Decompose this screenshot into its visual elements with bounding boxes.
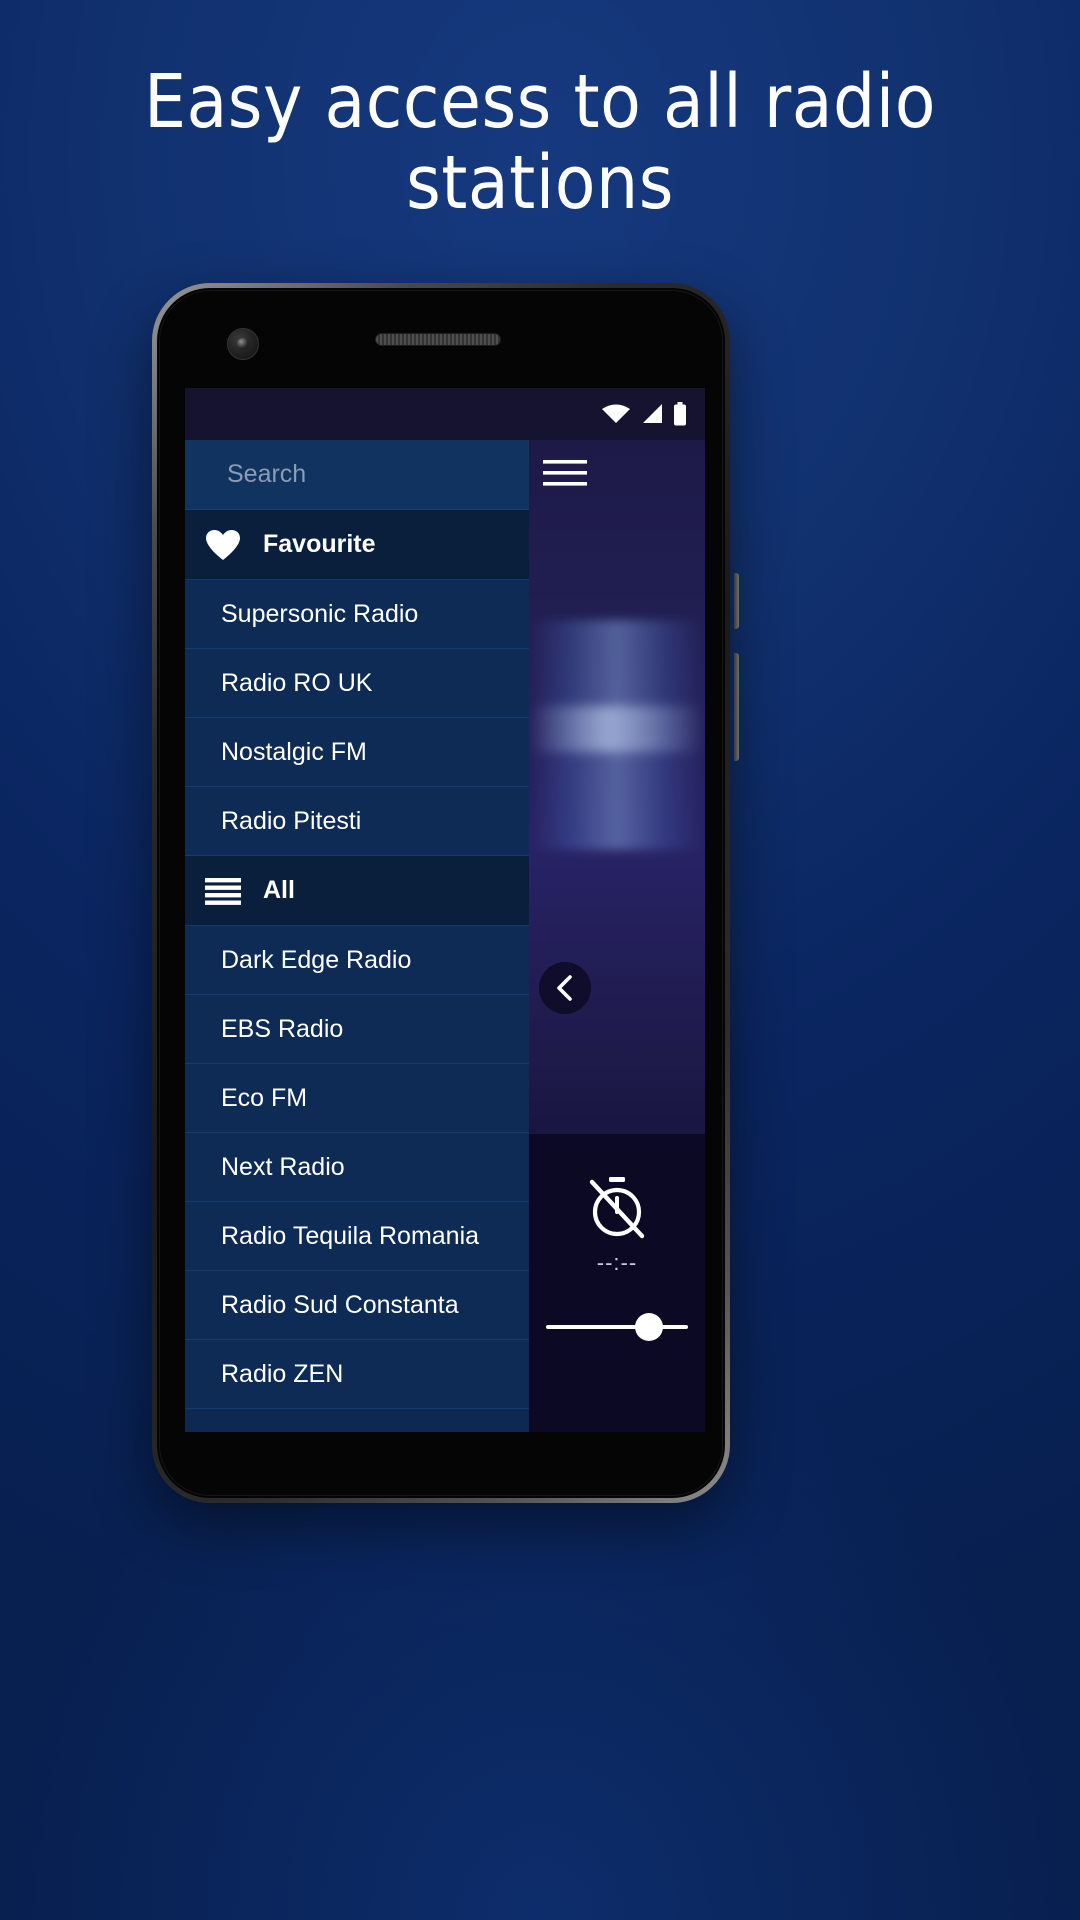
search-bar[interactable] — [185, 440, 529, 510]
audio-waveform-visualizer — [529, 620, 705, 850]
list-item[interactable]: EBS Radio — [185, 995, 529, 1064]
section-header-favourite[interactable]: Favourite — [185, 510, 529, 580]
list-item[interactable]: Dark Edge Radio — [185, 926, 529, 995]
volume-rocker-button[interactable] — [734, 653, 739, 761]
hamburger-menu-icon[interactable] — [543, 458, 587, 488]
list-item[interactable]: Nostalgic FM — [185, 718, 529, 787]
volume-thumb[interactable] — [635, 1313, 663, 1341]
back-button[interactable] — [539, 962, 591, 1014]
list-item[interactable]: Radio ZEN — [185, 1340, 529, 1409]
search-input[interactable] — [227, 460, 529, 489]
status-bar — [185, 388, 705, 440]
front-camera-icon — [227, 328, 259, 360]
list-item[interactable]: Supersonic Radio — [185, 580, 529, 649]
volume-slider[interactable] — [546, 1310, 688, 1344]
power-button[interactable] — [734, 573, 739, 629]
list-item[interactable]: Radio RO UK — [185, 649, 529, 718]
earpiece-speaker-icon — [375, 333, 501, 346]
list-item[interactable]: Radio Sud Constanta — [185, 1271, 529, 1340]
list-lines-icon — [205, 877, 241, 905]
list-item[interactable]: Radio Tequila Romania — [185, 1202, 529, 1271]
player-controls: --:-- — [529, 1134, 705, 1432]
cellular-signal-icon — [643, 404, 662, 423]
phone-device-mockup: Favourite Supersonic Radio Radio RO UK N… — [152, 283, 739, 1503]
section-label-favourite: Favourite — [263, 530, 376, 558]
chevron-left-icon[interactable] — [553, 974, 577, 1002]
section-header-all[interactable]: All — [185, 856, 529, 926]
volume-track[interactable] — [546, 1325, 688, 1329]
list-item[interactable]: Eco FM — [185, 1064, 529, 1133]
station-list-column: Favourite Supersonic Radio Radio RO UK N… — [185, 440, 529, 1432]
list-item[interactable]: Next Radio — [185, 1133, 529, 1202]
app-body: Favourite Supersonic Radio Radio RO UK N… — [185, 440, 705, 1432]
menu-button[interactable] — [543, 458, 587, 492]
list-item[interactable]: Radio Pitesti — [185, 787, 529, 856]
app-screen: Favourite Supersonic Radio Radio RO UK N… — [185, 388, 705, 1432]
sleep-timer-button[interactable] — [584, 1174, 650, 1244]
battery-icon — [674, 402, 686, 426]
timer-off-icon[interactable] — [584, 1174, 650, 1240]
heart-icon — [206, 529, 240, 560]
wifi-icon — [602, 404, 630, 423]
section-label-all: All — [263, 876, 295, 904]
promo-headline: Easy access to all radio stations — [143, 59, 937, 227]
player-panel: --:-- — [529, 440, 705, 1432]
sleep-timer-value: --:-- — [596, 1250, 638, 1275]
